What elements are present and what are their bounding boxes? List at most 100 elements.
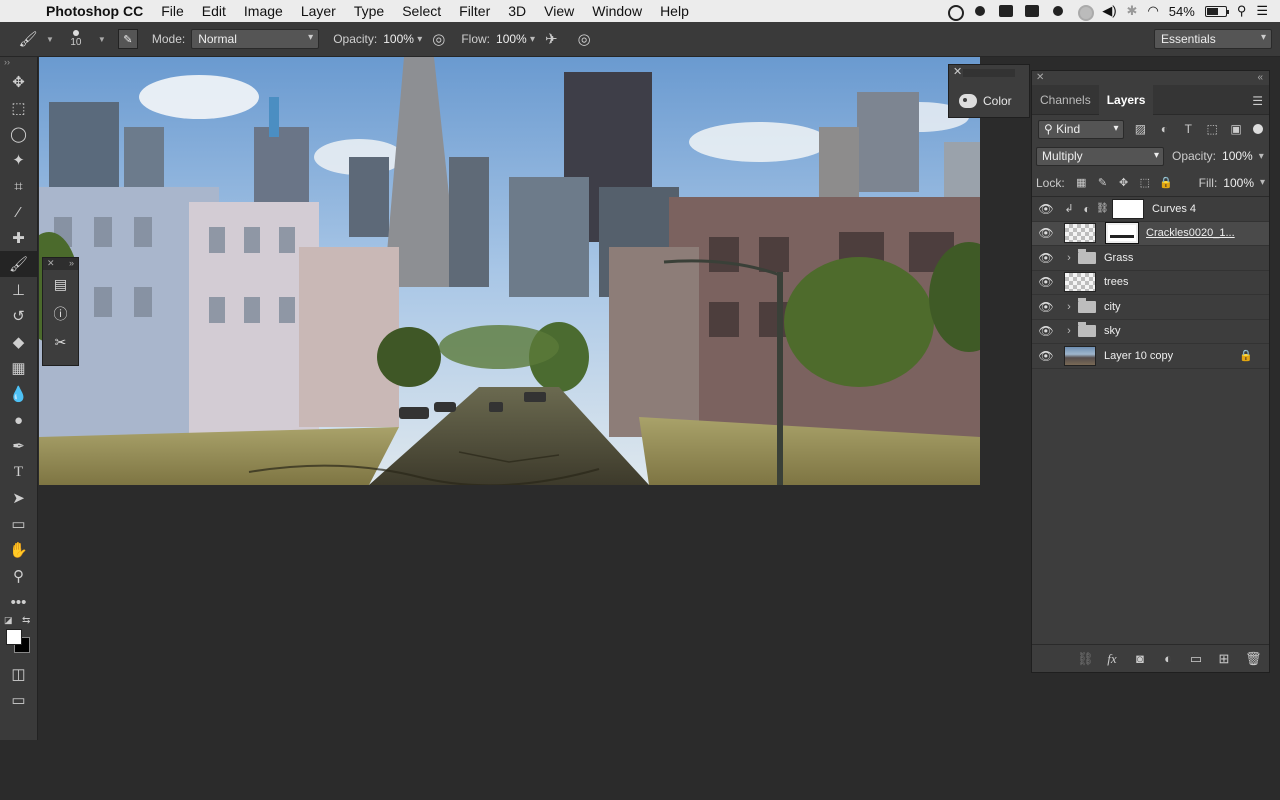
layer-row-trees[interactable]: 👁 trees — [1032, 271, 1269, 295]
new-group-icon[interactable]: ▭ — [1189, 651, 1203, 667]
document-canvas[interactable] — [39, 57, 980, 485]
flow-input[interactable]: 100% — [496, 32, 530, 46]
group-expand-chevron-icon[interactable]: › — [1062, 325, 1076, 337]
dropbox-icon[interactable] — [998, 3, 1014, 19]
filter-smart-object-icon[interactable]: ▣ — [1229, 122, 1243, 136]
menu-type[interactable]: Type — [345, 3, 393, 19]
menu-view[interactable]: View — [535, 3, 583, 19]
pressure-size-icon[interactable]: ◎ — [578, 30, 591, 48]
add-mask-icon[interactable]: ◙ — [1133, 651, 1147, 666]
more-tools-icon[interactable]: ••• — [0, 589, 37, 615]
link-layers-icon[interactable]: ⛓ — [1077, 651, 1094, 667]
default-colors-icon[interactable]: ◪ — [4, 615, 13, 626]
layer-thumbnail[interactable] — [1064, 345, 1096, 366]
path-selection-tool-icon[interactable]: ➤ — [0, 485, 37, 511]
properties-info-icon[interactable]: ⓘ — [43, 299, 78, 328]
panel-menu-icon[interactable]: ☰ — [1252, 94, 1263, 108]
menu-select[interactable]: Select — [393, 3, 450, 19]
pressure-opacity-icon[interactable]: ◎ — [432, 30, 445, 48]
floating-panel-close-icon[interactable]: ✕ — [47, 258, 55, 270]
floating-panel-header[interactable]: ✕» — [43, 258, 78, 270]
visibility-eye-icon[interactable]: 👁 — [1032, 300, 1060, 314]
swap-colors-icon[interactable]: ⇆ — [22, 615, 30, 626]
wifi-icon[interactable]: ◠ — [1147, 3, 1158, 19]
tab-layers[interactable]: Layers — [1098, 84, 1154, 115]
menu-filter[interactable]: Filter — [450, 3, 499, 19]
color-panel-grip[interactable] — [963, 69, 1015, 77]
mode-select[interactable]: Normal — [191, 29, 320, 49]
fill-chevron-icon[interactable]: ▾ — [1260, 177, 1265, 188]
visibility-eye-icon[interactable]: 👁 — [1032, 251, 1060, 265]
battery-percent[interactable]: 54% — [1169, 4, 1195, 19]
fill-input[interactable]: 100% — [1223, 176, 1254, 190]
magic-wand-tool-icon[interactable]: ✦ — [0, 147, 37, 173]
lock-transparent-icon[interactable]: ▦ — [1071, 176, 1092, 189]
tool-preset-chevron-icon[interactable]: ▼ — [46, 35, 54, 44]
layer-row-layer10copy[interactable]: 👁 Layer 10 copy 🔒 — [1032, 344, 1269, 369]
filter-type-icon[interactable]: T — [1181, 122, 1195, 136]
blur-tool-icon[interactable]: 💧 — [0, 381, 37, 407]
eyedropper-tool-icon[interactable]: ⁄ — [0, 199, 37, 225]
opacity-chevron-icon[interactable]: ▾ — [417, 34, 422, 45]
gradient-tool-icon[interactable]: ▦ — [0, 355, 37, 381]
time-machine-icon[interactable] — [1076, 3, 1095, 21]
zoom-tool-icon[interactable]: ⚲ — [0, 563, 37, 589]
delete-layer-icon[interactable]: 🗑 — [1245, 651, 1262, 667]
spotlight-search-icon[interactable]: ⚲ — [1237, 3, 1247, 19]
volume-icon[interactable]: ◀) — [1102, 3, 1116, 19]
visibility-eye-icon[interactable]: 👁 — [1032, 324, 1060, 338]
blend-mode-select[interactable]: Multiply — [1036, 146, 1164, 166]
layers-panel-close-icon[interactable]: ✕ — [1036, 72, 1044, 83]
lasso-tool-icon[interactable]: ◯ — [0, 121, 37, 147]
menu-edit[interactable]: Edit — [193, 3, 235, 19]
brush-tool-preset-icon[interactable]: 🖌 — [14, 27, 42, 51]
notification-center-icon[interactable]: ☰ — [1256, 3, 1268, 19]
new-layer-icon[interactable]: ⊞ — [1217, 651, 1231, 667]
lock-artboard-icon[interactable]: ⬚ — [1134, 176, 1155, 189]
floating-panel-collapse-icon[interactable]: » — [69, 258, 74, 270]
layer-row-curves[interactable]: 👁 ↲ ◐ ⛓ Curves 4 — [1032, 197, 1269, 222]
airbrush-icon[interactable]: ✈ — [545, 30, 558, 48]
menu-3d[interactable]: 3D — [499, 3, 535, 19]
plus-app-icon[interactable] — [1024, 3, 1040, 19]
quick-mask-icon[interactable]: ◫ — [0, 661, 37, 687]
layer-opacity-input[interactable]: 100% — [1222, 149, 1253, 163]
workspace-select[interactable]: Essentials — [1154, 29, 1272, 49]
healing-brush-tool-icon[interactable]: ✚ — [0, 225, 37, 251]
opacity-input[interactable]: 100% — [383, 32, 417, 46]
rectangle-tool-icon[interactable]: ▭ — [0, 511, 37, 537]
color-panel-button[interactable]: Color — [959, 94, 1012, 108]
group-expand-chevron-icon[interactable]: › — [1062, 301, 1076, 313]
layer-row-city[interactable]: 👁 › city — [1032, 295, 1269, 320]
group-expand-chevron-icon[interactable]: › — [1062, 252, 1076, 264]
layer-mask-thumbnail[interactable] — [1112, 198, 1144, 219]
visibility-eye-icon[interactable]: 👁 — [1032, 275, 1060, 289]
foreground-color-swatch[interactable] — [6, 629, 22, 645]
layer-thumbnail[interactable] — [1064, 272, 1096, 293]
layer-mask-thumbnail[interactable] — [1105, 222, 1139, 245]
record-icon[interactable] — [946, 3, 965, 21]
creative-cloud-icon[interactable] — [1050, 3, 1066, 19]
layer-opacity-chevron-icon[interactable]: ▾ — [1259, 151, 1264, 162]
brush-picker-chevron-icon[interactable]: ▼ — [98, 35, 106, 44]
hand-tool-icon[interactable]: ✋ — [0, 537, 37, 563]
menu-window[interactable]: Window — [583, 3, 651, 19]
layer-row-crackles[interactable]: 👁 Crackles0020_1... — [1032, 221, 1269, 246]
evernote-icon[interactable] — [972, 3, 988, 19]
screen-mode-icon[interactable]: ▭ — [0, 687, 37, 713]
layers-panel-grip[interactable]: ✕ « — [1032, 71, 1269, 85]
lock-image-icon[interactable]: ✎ — [1092, 176, 1113, 189]
menu-file[interactable]: File — [152, 3, 193, 19]
marquee-tool-icon[interactable]: ⬚ — [0, 95, 37, 121]
eraser-tool-icon[interactable]: ◆ — [0, 329, 37, 355]
mask-link-icon[interactable]: ⛓ — [1096, 203, 1109, 214]
layer-style-fx-icon[interactable]: fx — [1105, 651, 1119, 667]
history-brush-tool-icon[interactable]: ↺ — [0, 303, 37, 329]
lock-all-icon[interactable]: 🔒 — [1155, 176, 1176, 189]
tools-panel-grip[interactable]: ›› — [0, 57, 37, 69]
dodge-tool-icon[interactable]: ● — [0, 407, 37, 433]
brush-tool-icon[interactable]: 🖌 — [0, 251, 37, 277]
filter-adjustment-icon[interactable]: ◐ — [1157, 122, 1171, 136]
layer-row-sky[interactable]: 👁 › sky — [1032, 320, 1269, 344]
layers-panel-collapse-icon[interactable]: « — [1257, 72, 1263, 83]
